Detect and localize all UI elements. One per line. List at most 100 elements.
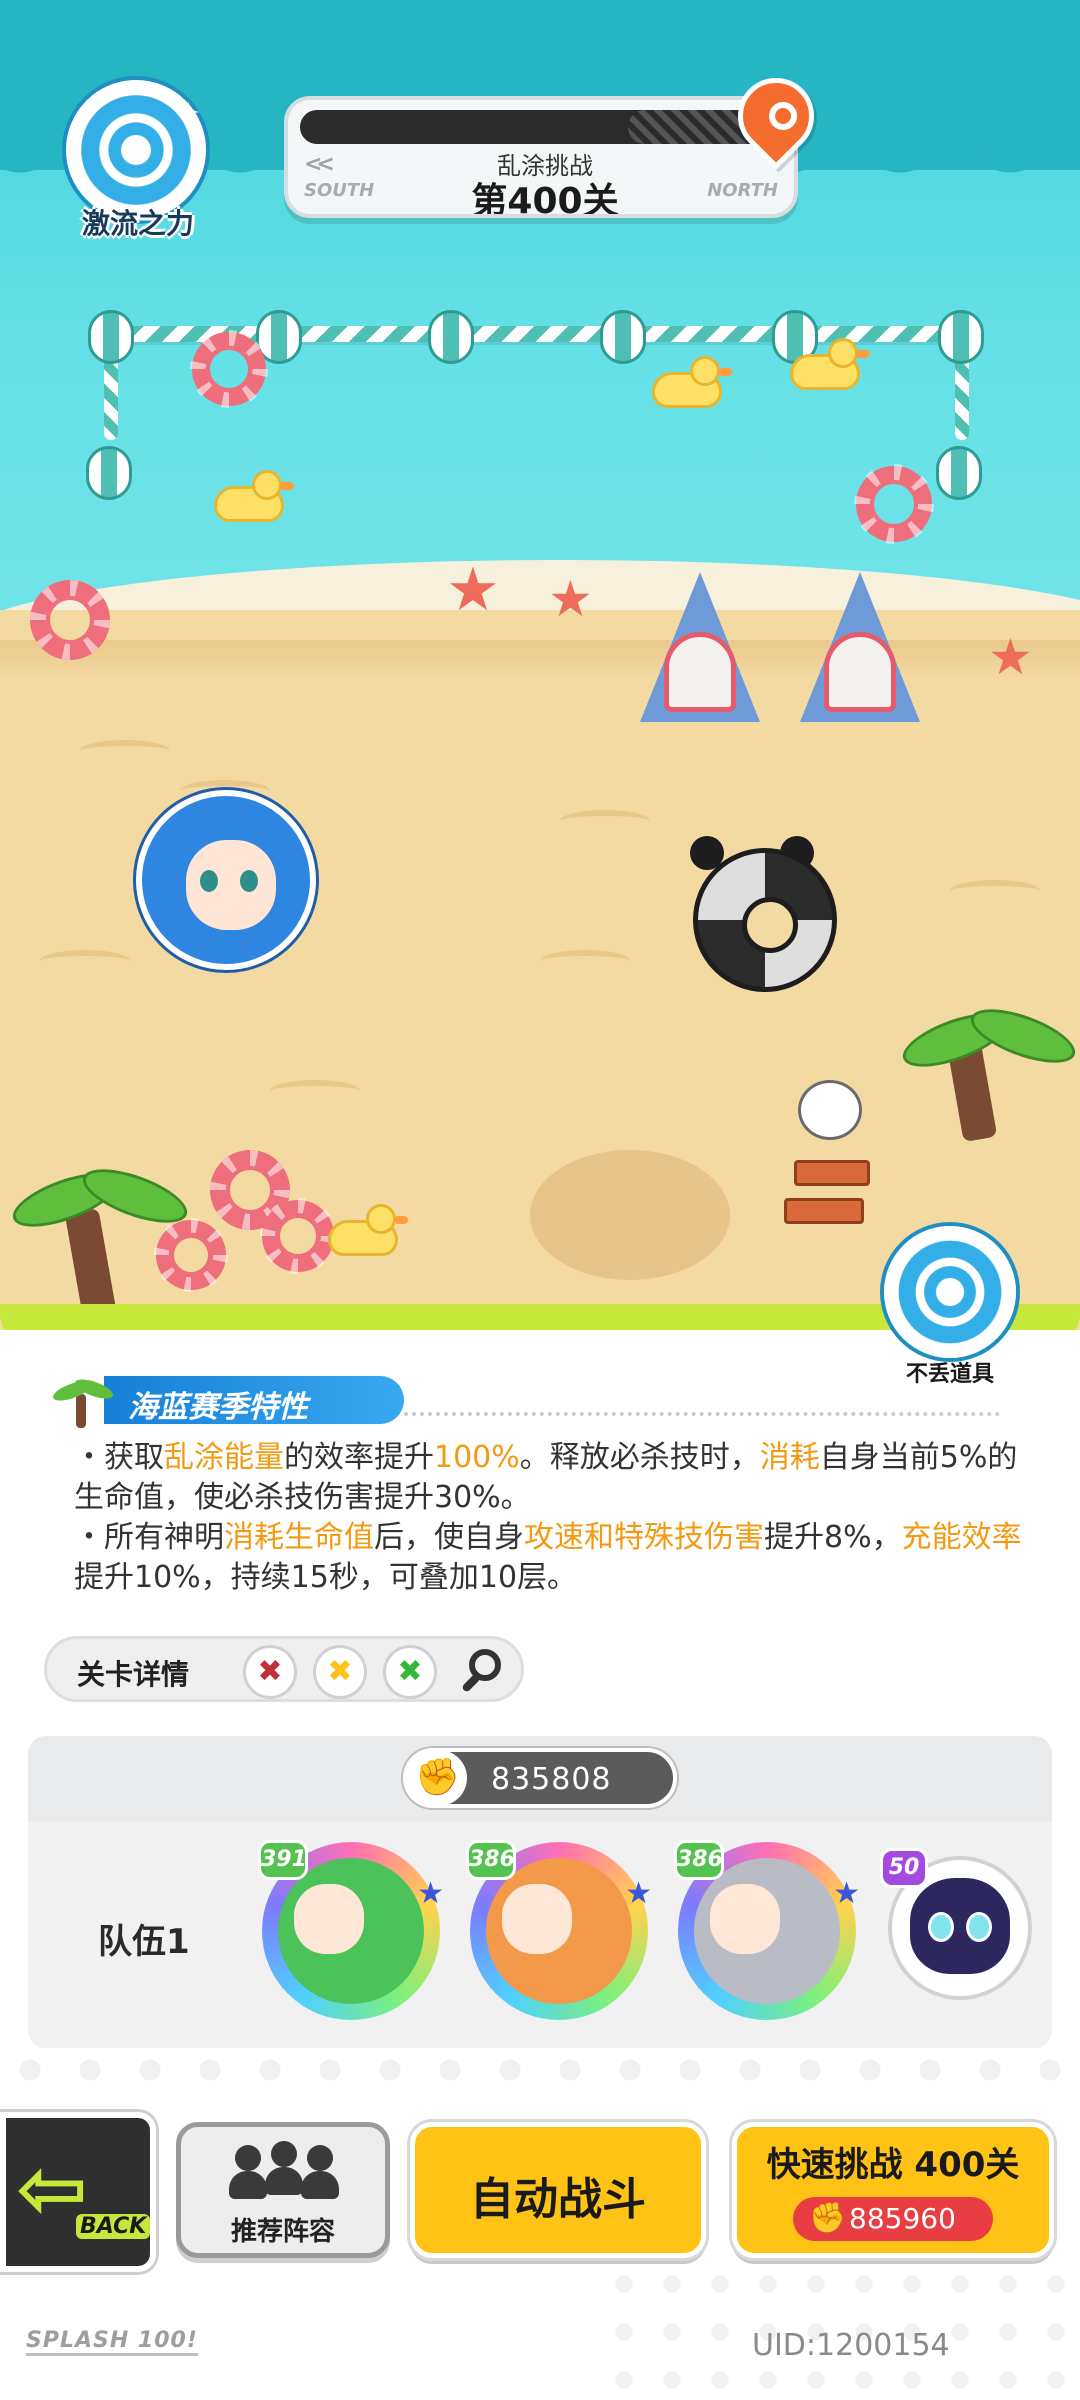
magnifier-icon[interactable] bbox=[457, 1645, 511, 1699]
description-text: 后，使自身 bbox=[374, 1520, 524, 1555]
back-button[interactable]: ⇦ BACK bbox=[0, 2112, 156, 2272]
torrent-power-badge[interactable]: ✦ 激流之力 bbox=[58, 80, 218, 240]
swim-ring bbox=[156, 1220, 226, 1290]
sand-dune bbox=[80, 740, 170, 762]
stage-indicator: << SOUTH NORTH 乱涂挑战 第400关 bbox=[284, 96, 798, 218]
buoy bbox=[600, 310, 646, 364]
hero-slot-2[interactable]: 386 ★ bbox=[464, 1836, 654, 2026]
hero-level-badge: 386 bbox=[674, 1840, 724, 1880]
quick-challenge-cost-value: 885960 bbox=[849, 2202, 956, 2235]
recommended-lineup-label: 推荐阵容 bbox=[230, 2217, 335, 2247]
fist-icon: ✊ bbox=[415, 1757, 460, 1798]
starfish: ★ bbox=[446, 555, 500, 625]
buoy bbox=[938, 310, 984, 364]
yellow-cross-icon[interactable]: ✖ bbox=[313, 1645, 367, 1699]
rubber-duck bbox=[214, 470, 294, 522]
quick-challenge-cost: ✊ 885960 bbox=[793, 2197, 993, 2241]
buoy bbox=[428, 310, 474, 364]
sand-dune bbox=[540, 950, 630, 972]
stage-label: 第400关 bbox=[471, 181, 619, 218]
team-power-value: 835808 bbox=[491, 1762, 612, 1797]
description-text: ・获取 bbox=[74, 1440, 164, 1475]
hero-face bbox=[502, 1884, 572, 1954]
progress-track bbox=[300, 110, 778, 144]
auto-battle-label: 自动战斗 bbox=[470, 2174, 646, 2225]
pet-level-badge: 50 bbox=[880, 1848, 928, 1888]
player-character[interactable] bbox=[120, 780, 330, 980]
pirate-signpost bbox=[784, 1080, 884, 1250]
sand-pile bbox=[530, 1150, 730, 1280]
quick-challenge-label: 快速挑战 400关 bbox=[766, 2145, 1020, 2185]
power-badge-label: 激流之力 bbox=[81, 207, 194, 240]
star-icon: ★ bbox=[417, 1876, 444, 1911]
hero-level-badge: 386 bbox=[466, 1840, 516, 1880]
swim-ring bbox=[856, 466, 932, 542]
stage-details-label: 关卡详情 bbox=[77, 1658, 190, 1691]
buoy bbox=[86, 446, 132, 500]
highlight-text: 攻速和特殊技伤害 bbox=[524, 1520, 764, 1555]
season-feature-tag: 海蓝赛季特性 bbox=[44, 1370, 404, 1430]
swim-ring bbox=[30, 580, 110, 660]
star-icon: ★ bbox=[833, 1876, 860, 1911]
team-label: 队伍1 bbox=[98, 1922, 190, 1962]
stage-details-bar[interactable]: 关卡详情 ✖ ✖ ✖ bbox=[44, 1636, 524, 1702]
highlight-text: 消耗生命值 bbox=[224, 1520, 374, 1555]
panda-swim-ring[interactable] bbox=[693, 848, 837, 992]
highlight-text: 消耗 bbox=[759, 1440, 820, 1475]
season-effect-1: ・获取乱涂能量的效率提升100%。释放必杀技时，消耗自身当前5%的生命值，使必杀… bbox=[74, 1438, 1024, 1518]
description-text: 提升8%， bbox=[764, 1520, 902, 1555]
recommended-lineup-button[interactable]: 推荐阵容 bbox=[176, 2122, 390, 2258]
highlight-text: 乱涂能量 bbox=[164, 1440, 284, 1475]
green-cross-icon[interactable]: ✖ bbox=[383, 1645, 437, 1699]
hero-slot-1[interactable]: 391 ★ bbox=[256, 1836, 446, 2026]
hero-face bbox=[294, 1884, 364, 1954]
hero-level-badge: 391 bbox=[258, 1840, 308, 1880]
swim-ring bbox=[262, 1200, 334, 1272]
star-icon: ★ bbox=[625, 1876, 652, 1911]
sand-dune bbox=[40, 950, 130, 972]
red-cross-icon[interactable]: ✖ bbox=[243, 1645, 297, 1699]
starfish: ★ bbox=[988, 628, 1033, 686]
team-people-icon bbox=[229, 2141, 339, 2201]
sand-dune bbox=[950, 880, 1040, 902]
keep-item-badge[interactable]: 不丢道具 bbox=[870, 1226, 1030, 1387]
rubber-duck bbox=[790, 338, 870, 390]
description-text: 提升10%，持续15秒，可叠加10层。 bbox=[74, 1560, 578, 1595]
divider bbox=[404, 1412, 1000, 1416]
swim-ring bbox=[192, 332, 266, 406]
buoy bbox=[88, 310, 134, 364]
back-label: BACK bbox=[76, 2214, 151, 2239]
palm-icon bbox=[44, 1370, 116, 1430]
starfish: ★ bbox=[548, 570, 593, 628]
background-dots bbox=[0, 2040, 1080, 2100]
buoy bbox=[936, 446, 982, 500]
highlight-text: 100% bbox=[434, 1440, 520, 1475]
season-title: 海蓝赛季特性 bbox=[128, 1390, 308, 1425]
sand-dune bbox=[560, 810, 650, 832]
description-text: 。释放必杀技时， bbox=[519, 1440, 760, 1475]
highlight-text: 充能效率 bbox=[901, 1520, 1022, 1555]
sand-dune bbox=[270, 1080, 360, 1102]
shark-fin bbox=[640, 572, 760, 722]
swirl-icon bbox=[884, 1226, 1016, 1358]
team-power-chip: ✊ 835808 bbox=[403, 1748, 677, 1808]
fist-icon: ✊ bbox=[809, 2201, 847, 2236]
auto-battle-button[interactable]: 自动战斗 bbox=[410, 2122, 706, 2258]
rubber-duck bbox=[328, 1204, 408, 1256]
season-effect-2: ・所有神明消耗生命值后，使自身攻速和特殊技伤害提升8%，充能效率提升10%，持续… bbox=[74, 1518, 1024, 1598]
description-text: ・所有神明 bbox=[74, 1520, 224, 1555]
pet-slot[interactable]: 50 bbox=[880, 1848, 1040, 2008]
rubber-duck bbox=[652, 356, 732, 408]
location-pin-icon bbox=[722, 62, 830, 174]
shark-fin bbox=[800, 572, 920, 722]
quick-challenge-button[interactable]: 快速挑战 400关 ✊ 885960 bbox=[732, 2122, 1054, 2258]
hero-slot-3[interactable]: 386 ★ bbox=[672, 1836, 862, 2026]
description-text: 的效率提升 bbox=[284, 1440, 434, 1475]
keep-item-label: 不丢道具 bbox=[905, 1362, 994, 1387]
shadow-cat-pet bbox=[910, 1878, 1010, 1974]
splash-logo: SPLASH 100! bbox=[26, 2328, 198, 2356]
season-description: ・获取乱涂能量的效率提升100%。释放必杀技时，消耗自身当前5%的生命值，使必杀… bbox=[74, 1438, 1024, 1598]
user-id: UID:1200154 bbox=[752, 2328, 950, 2363]
team-panel: ✊ 835808 队伍1 391 ★ 386 ★ 386 ★ 50 bbox=[28, 1736, 1052, 2048]
sparkle-icon: ✦ bbox=[176, 96, 202, 131]
